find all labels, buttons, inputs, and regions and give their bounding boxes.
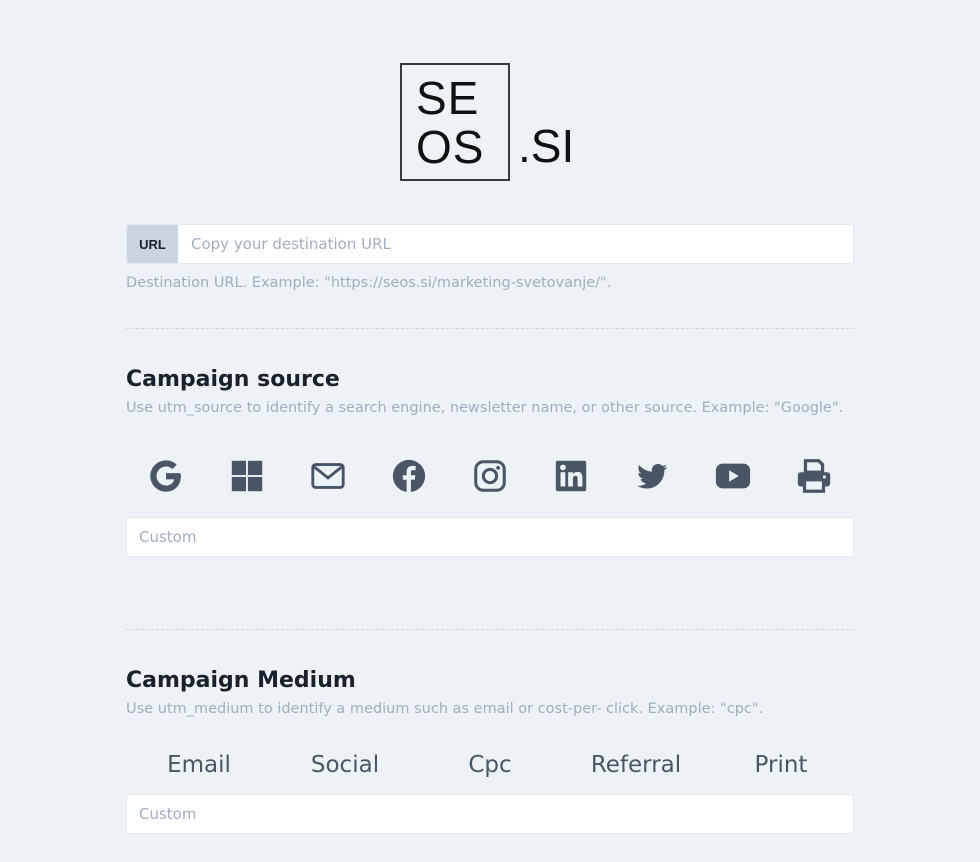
windows-icon[interactable] bbox=[225, 454, 269, 498]
campaign-source-title: Campaign source bbox=[126, 367, 340, 392]
divider bbox=[126, 328, 854, 329]
logo-line-2: OS bbox=[416, 121, 485, 173]
instagram-icon[interactable] bbox=[468, 454, 512, 498]
medium-option-cpc[interactable]: Cpc bbox=[417, 752, 563, 778]
medium-option-email[interactable]: Email bbox=[126, 752, 272, 778]
medium-option-social[interactable]: Social bbox=[272, 752, 418, 778]
google-icon[interactable] bbox=[144, 454, 188, 498]
url-help-text: Destination URL. Example: "https://seos.… bbox=[126, 275, 612, 291]
facebook-icon[interactable] bbox=[387, 454, 431, 498]
campaign-medium-help: Use utm_medium to identify a medium such… bbox=[126, 701, 764, 717]
campaign-medium-title: Campaign Medium bbox=[126, 668, 356, 693]
medium-options: Email Social Cpc Referral Print bbox=[126, 752, 854, 784]
logo-line-1: SE bbox=[416, 72, 480, 124]
campaign-source-help: Use utm_source to identify a search engi… bbox=[126, 400, 844, 416]
destination-url-input[interactable] bbox=[178, 225, 853, 263]
divider bbox=[126, 629, 854, 630]
logo-suffix: .SI bbox=[518, 120, 575, 172]
print-icon[interactable] bbox=[792, 454, 836, 498]
twitter-icon[interactable] bbox=[630, 454, 674, 498]
linkedin-icon[interactable] bbox=[549, 454, 593, 498]
source-icons bbox=[126, 454, 854, 498]
youtube-icon[interactable] bbox=[711, 454, 755, 498]
url-input-group: URL bbox=[126, 224, 854, 264]
url-tag: URL bbox=[127, 225, 178, 263]
medium-option-referral[interactable]: Referral bbox=[563, 752, 709, 778]
medium-option-print[interactable]: Print bbox=[708, 752, 854, 778]
seos-logo: SE OS .SI bbox=[400, 63, 582, 181]
medium-custom-input[interactable] bbox=[126, 794, 854, 834]
source-custom-input[interactable] bbox=[126, 517, 854, 557]
email-icon[interactable] bbox=[306, 454, 350, 498]
